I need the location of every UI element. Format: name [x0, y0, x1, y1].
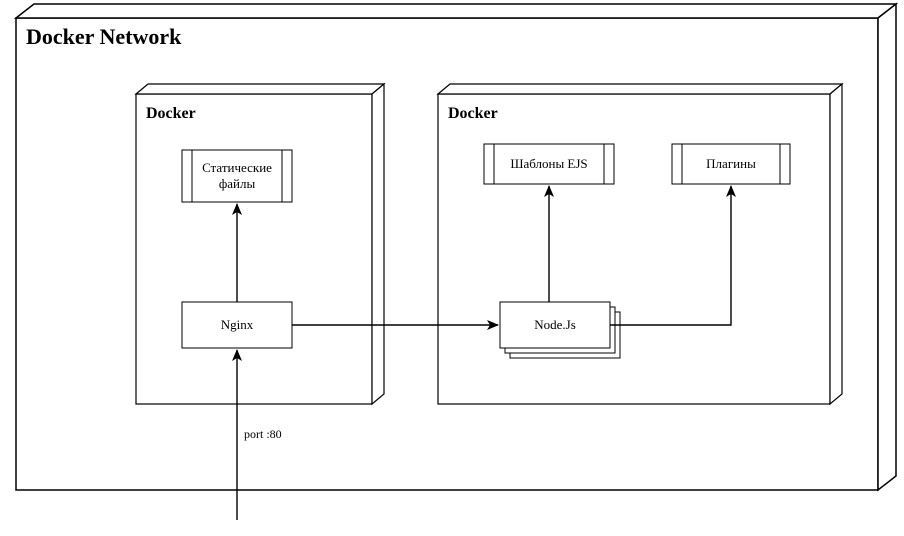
nginx-label: Nginx — [221, 317, 254, 332]
architecture-diagram: Docker Network Docker Статические файлы … — [0, 0, 904, 536]
nginx-box: Nginx — [182, 302, 292, 348]
plugins-label: Плагины — [706, 156, 756, 171]
docker-network-title: Docker Network — [26, 24, 182, 49]
static-files-box: Статические файлы — [182, 150, 292, 202]
docker-left-title: Docker — [146, 105, 196, 122]
plugins-box: Плагины — [672, 144, 790, 184]
docker-left-container: Docker Статические файлы Nginx — [136, 84, 384, 404]
ejs-templates-box: Шаблоны EJS — [484, 144, 614, 184]
ejs-templates-label: Шаблоны EJS — [510, 156, 587, 171]
static-files-label-line1: Статические — [202, 160, 272, 175]
port-label: port :80 — [244, 427, 282, 441]
nodejs-stacked-box: Node.Js — [500, 302, 620, 358]
docker-right-title: Docker — [448, 105, 498, 122]
nodejs-label: Node.Js — [534, 317, 576, 332]
static-files-label-line2: файлы — [219, 176, 256, 191]
docker-right-container: Docker Шаблоны EJS Плагины Node.Js — [438, 84, 842, 404]
